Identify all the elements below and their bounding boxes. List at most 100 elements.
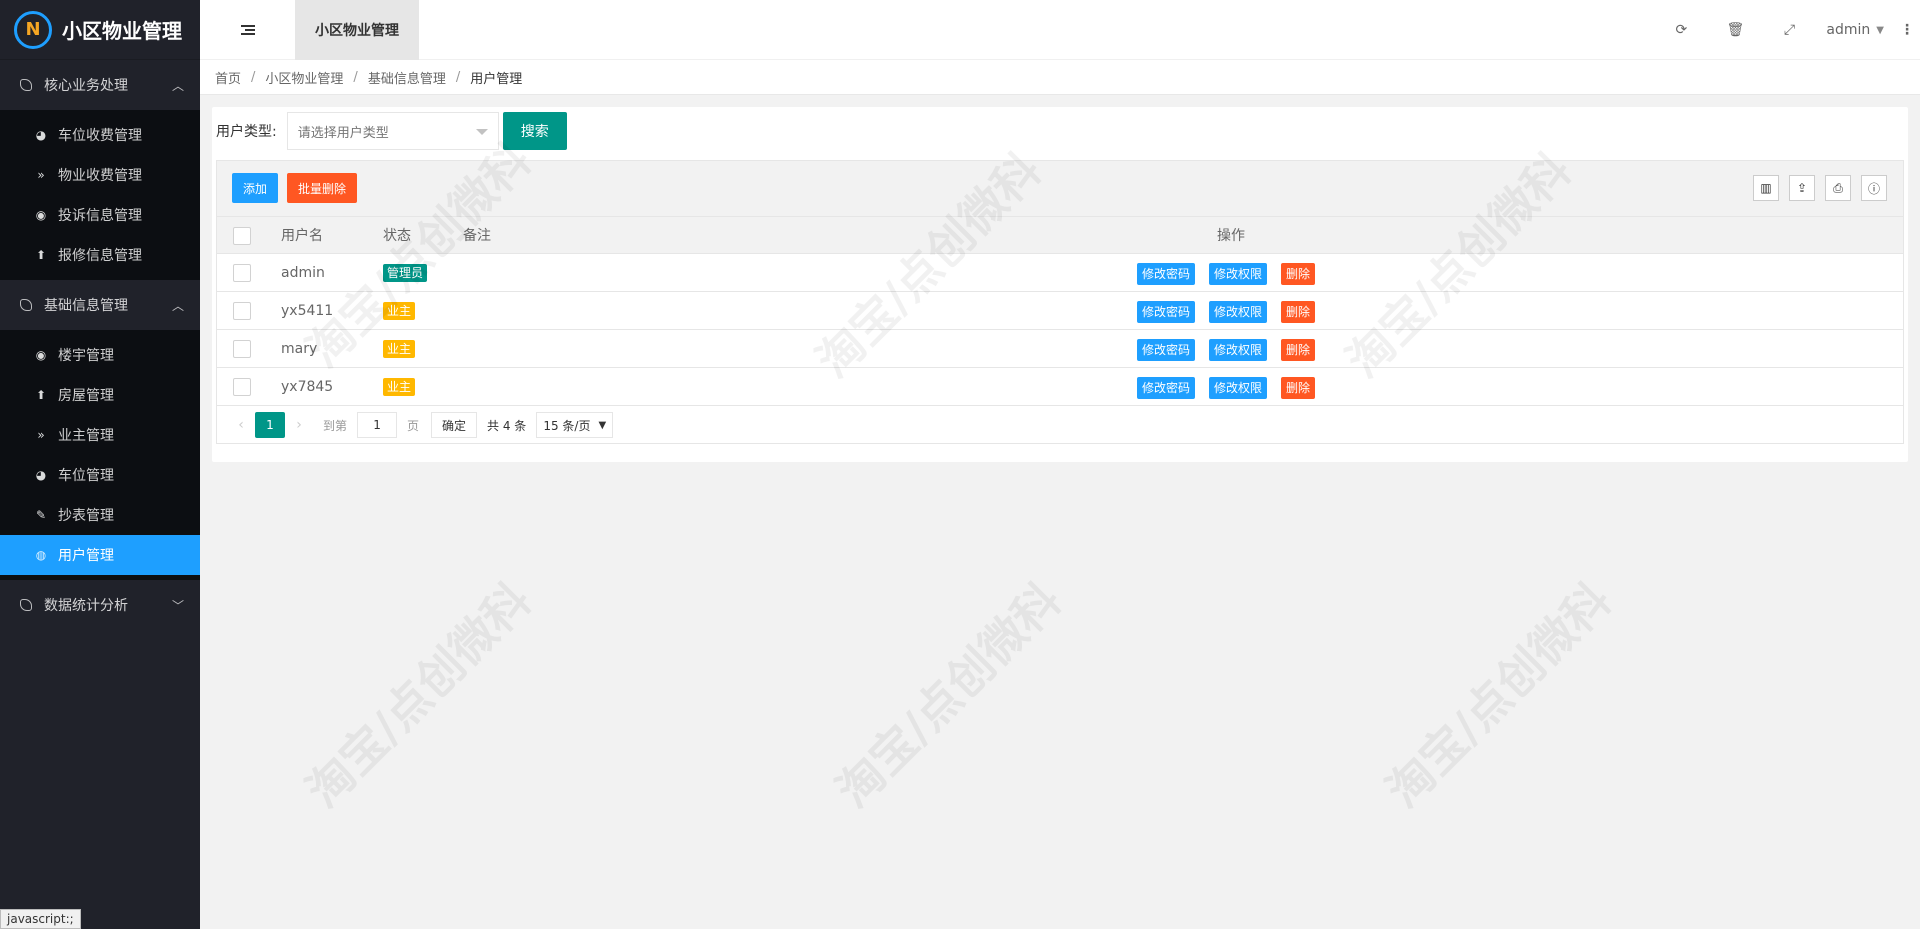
user-type-select[interactable]: 请选择用户类型	[286, 112, 499, 150]
status-badge: 管理员	[383, 263, 428, 282]
row-actions: 修改密码 修改权限 删除	[1137, 339, 1329, 361]
sidebar-item-house[interactable]: ⬆ 房屋管理	[0, 375, 200, 415]
search-button[interactable]: 搜索	[502, 112, 567, 150]
select-all-checkbox[interactable]	[233, 227, 251, 245]
total-count: 共 4 条	[487, 418, 527, 433]
sidebar-item-label: 投诉信息管理	[58, 208, 142, 224]
breadcrumb-sep: /	[251, 69, 256, 85]
sidebar-item-parking[interactable]: ◕ 车位管理	[0, 455, 200, 495]
row-checkbox[interactable]	[233, 264, 251, 282]
data-table: 添加 批量删除 ▥ ⇪ ⎙ ⓘ 用户名 状态 备注 操作 admin 管理员 修…	[216, 160, 1904, 444]
sidebar-item-label: 用户管理	[58, 548, 114, 564]
target-icon: ◉	[35, 348, 47, 362]
sidebar-item-property-fee[interactable]: » 物业收费管理	[0, 155, 200, 195]
fullscreen-icon: ⤢	[1783, 22, 1796, 38]
change-password-button[interactable]: 修改密码	[1137, 339, 1196, 361]
watermark: 淘宝/点创微科	[1375, 572, 1622, 818]
menu-group-basic: 基础信息管理 ︿ ◉ 楼宇管理 ⬆ 房屋管理 » 业主管理 ◕ 车位管理 ✎ 抄…	[0, 280, 200, 580]
chevron-down-icon: ▼	[598, 419, 607, 431]
breadcrumb-item: 用户管理	[470, 71, 523, 87]
table-toolbar: 添加 批量删除 ▥ ⇪ ⎙ ⓘ	[217, 161, 1903, 217]
columns-icon: ▥	[1760, 181, 1772, 195]
username-cell: mary	[281, 340, 318, 357]
delete-button[interactable]: 删除	[1281, 263, 1316, 285]
sidebar-item-users[interactable]: ◍ 用户管理	[0, 535, 200, 575]
sidebar-item-owner[interactable]: » 业主管理	[0, 415, 200, 455]
current-page[interactable]: 1	[255, 412, 285, 438]
goto-page-input[interactable]	[357, 412, 398, 438]
more-button[interactable]: ⋮	[1894, 0, 1920, 60]
breadcrumb-item[interactable]: 首页	[215, 68, 241, 87]
change-permission-button[interactable]: 修改权限	[1209, 263, 1268, 285]
menu-head-stats[interactable]: 数据统计分析 ﹀	[0, 580, 200, 630]
change-permission-button[interactable]: 修改权限	[1209, 301, 1268, 323]
batch-delete-button[interactable]: 批量删除	[287, 173, 358, 203]
sidebar-item-parking-fee[interactable]: ◕ 车位收费管理	[0, 115, 200, 155]
column-header-remark: 备注	[463, 228, 491, 244]
delete-button[interactable]: 删除	[1281, 301, 1316, 323]
status-cell: 业主	[383, 377, 416, 396]
top-header: 小区物业管理 ⟳ 🗑 ⤢ admin ▼ ⋮	[200, 0, 1920, 60]
info-icon: ⓘ	[1867, 181, 1880, 196]
dashboard-icon: ◕	[35, 468, 47, 482]
sidebar-item-building[interactable]: ◉ 楼宇管理	[0, 335, 200, 375]
goto-confirm-button[interactable]: 确定	[431, 412, 478, 438]
info-button[interactable]: ⓘ	[1861, 175, 1887, 201]
column-header-status: 状态	[383, 228, 411, 244]
page-size-value: 15 条/页	[543, 418, 591, 433]
delete-button[interactable]: 删除	[1281, 339, 1316, 361]
sidebar-item-repair[interactable]: ⬆ 报修信息管理	[0, 235, 200, 275]
username-cell: yx7845	[281, 378, 334, 395]
leaf-icon	[20, 299, 32, 311]
table-row: yx5411 业主 修改密码 修改权限 删除	[217, 292, 1903, 330]
leaf-icon	[20, 599, 32, 611]
fullscreen-button[interactable]: ⤢	[1762, 0, 1816, 60]
chevron-left-icon: ‹	[238, 417, 244, 433]
change-permission-button[interactable]: 修改权限	[1209, 339, 1268, 361]
table-row: yx7845 业主 修改密码 修改权限 删除	[217, 368, 1903, 406]
menu-group-stats: 数据统计分析 ﹀	[0, 580, 200, 630]
menu-group-core: 核心业务处理 ︿ ◕ 车位收费管理 » 物业收费管理 ◉ 投诉信息管理 ⬆ 报修…	[0, 60, 200, 280]
breadcrumb-item[interactable]: 基础信息管理	[368, 68, 446, 87]
toggle-sidebar-button[interactable]	[200, 0, 295, 60]
caret-down-icon: ▼	[1876, 24, 1884, 36]
menu-head-basic[interactable]: 基础信息管理 ︿	[0, 280, 200, 330]
sidebar-item-complaint[interactable]: ◉ 投诉信息管理	[0, 195, 200, 235]
breadcrumb: 首页 / 小区物业管理 / 基础信息管理 / 用户管理	[200, 60, 1920, 95]
next-page-button[interactable]: ›	[285, 412, 313, 438]
clear-cache-button[interactable]: 🗑	[1708, 0, 1762, 60]
change-password-button[interactable]: 修改密码	[1137, 301, 1196, 323]
change-permission-button[interactable]: 修改权限	[1209, 377, 1268, 399]
add-button[interactable]: 添加	[232, 173, 279, 203]
chevron-up-icon: ︿	[171, 78, 184, 93]
sidebar-item-label: 楼宇管理	[58, 348, 114, 364]
tab-home[interactable]: 小区物业管理	[295, 0, 419, 60]
status-badge: 业主	[383, 339, 416, 358]
breadcrumb-item[interactable]: 小区物业管理	[265, 68, 343, 87]
prev-page-button[interactable]: ‹	[227, 412, 255, 438]
status-cell: 业主	[383, 301, 416, 320]
row-checkbox[interactable]	[233, 302, 251, 320]
sidebar-item-label: 物业收费管理	[58, 168, 142, 184]
status-cell: 管理员	[383, 263, 428, 282]
menu-head-core[interactable]: 核心业务处理 ︿	[0, 60, 200, 110]
page-size-select[interactable]: 15 条/页 ▼	[536, 412, 614, 438]
export-button[interactable]: ⇪	[1789, 175, 1815, 201]
row-actions: 修改密码 修改权限 删除	[1137, 301, 1329, 323]
row-checkbox[interactable]	[233, 340, 251, 358]
delete-button[interactable]: 删除	[1281, 377, 1316, 399]
refresh-icon: ⟳	[1675, 22, 1688, 38]
row-checkbox[interactable]	[233, 378, 251, 396]
chevron-up-icon: ︿	[171, 298, 184, 313]
change-password-button[interactable]: 修改密码	[1137, 377, 1196, 399]
refresh-button[interactable]: ⟳	[1654, 0, 1708, 60]
status-cell: 业主	[383, 339, 416, 358]
dashboard-icon: ◕	[35, 128, 47, 142]
columns-filter-button[interactable]: ▥	[1753, 175, 1779, 201]
export-icon: ⇪	[1796, 181, 1808, 195]
print-button[interactable]: ⎙	[1825, 175, 1851, 201]
change-password-button[interactable]: 修改密码	[1137, 263, 1196, 285]
sidebar-item-meter[interactable]: ✎ 抄表管理	[0, 495, 200, 535]
circle-up-icon: ⬆	[35, 248, 47, 262]
user-menu[interactable]: admin ▼	[1816, 22, 1894, 38]
